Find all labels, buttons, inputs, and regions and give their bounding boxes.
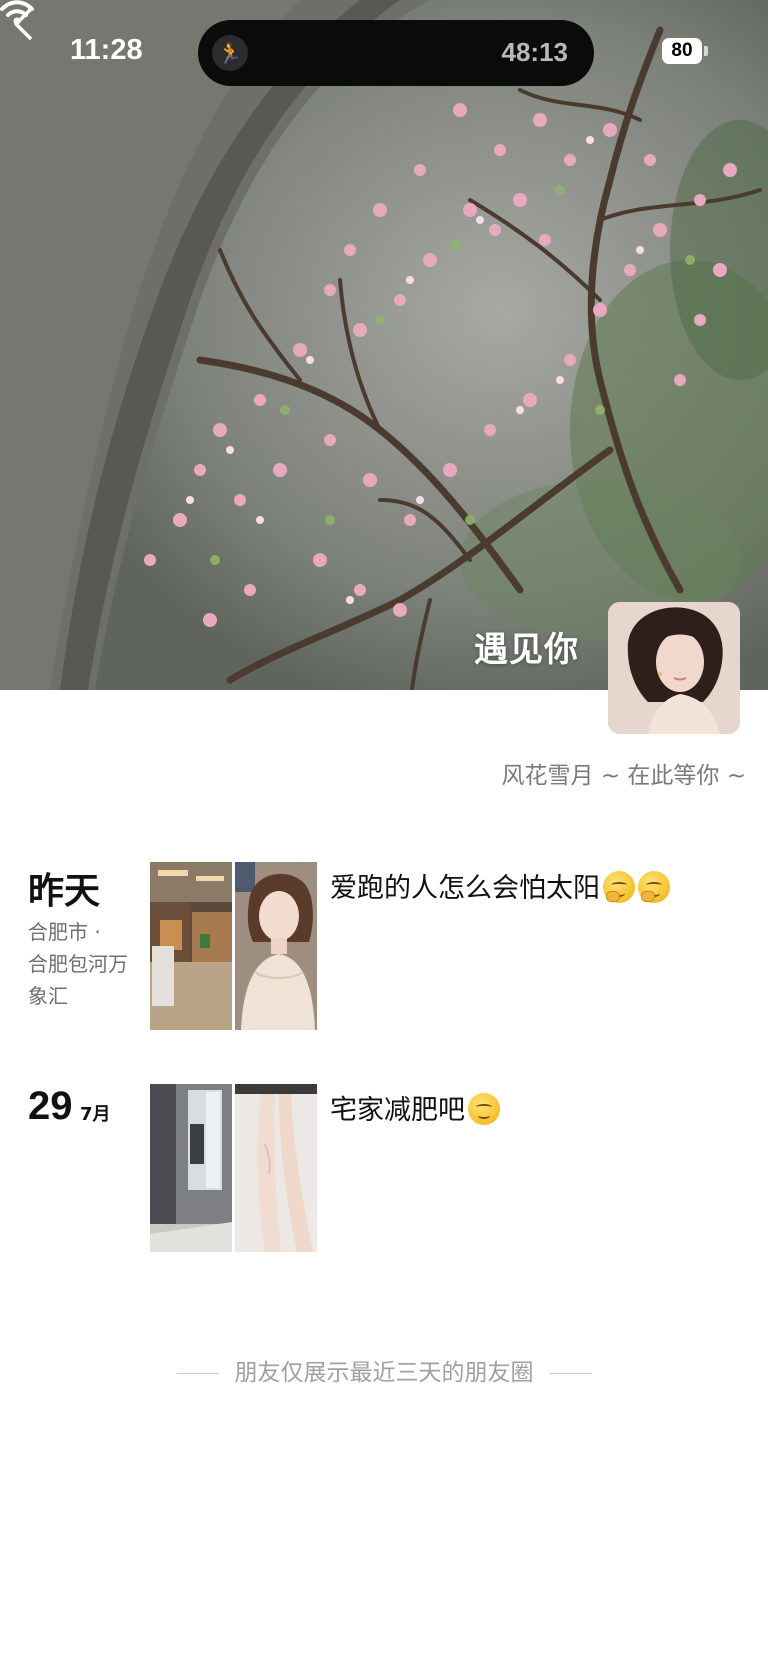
battery-tip [704,46,708,56]
footer-note-text: 朋友仅展示最近三天的朋友圈 [234,1360,534,1386]
post-location: 合肥市 · 合肥包河万 象汇 [28,916,140,1012]
post-photo[interactable] [150,1084,232,1252]
avatar[interactable] [608,602,740,734]
mall-interior-image [150,862,232,1030]
post-photo-grid[interactable] [150,1084,318,1252]
post-text: 宅家减肥吧 [330,1088,500,1127]
signature-text: 风花雪月 ~ 在此等你 ~ [501,763,746,789]
cover-title: 遇见你 [474,630,579,670]
dynamic-island[interactable]: 🏃 48:13 [198,20,594,86]
post-month: 7月 [80,1104,111,1125]
post-caption: 宅家减肥吧 [330,1095,465,1126]
status-time: 11:28 [70,34,143,66]
battery-indicator: 80 [662,38,702,64]
room-window-image [150,1084,232,1252]
post-caption: 爱跑的人怎么会怕太阳 [330,873,600,904]
avatar-portrait-image [608,602,740,734]
cover-blossom-image [0,0,768,690]
location-line: 合肥市 · [28,920,101,944]
moments-visibility-note: 朋友仅展示最近三天的朋友圈 [0,1353,768,1387]
post-photo[interactable] [235,862,317,1030]
status-bar: 11:28 🏃 48:13 80 [0,0,768,100]
divider-line [176,1373,219,1374]
thinking-face-icon [603,871,635,903]
post-photo-grid[interactable] [150,862,318,1030]
activity-timer: 48:13 [501,37,569,67]
post-date: 昨天 [28,871,101,912]
post-photo[interactable] [150,862,232,1030]
location-line: 象汇 [28,984,68,1008]
legs-image [235,1084,317,1252]
cover-photo[interactable]: 11:28 🏃 48:13 80 遇见你 [0,0,768,690]
running-person-icon: 🏃 [212,35,248,71]
divider-line [549,1373,592,1374]
smiling-face-icon [468,1093,500,1125]
post-text: 爱跑的人怎么会怕太阳 [330,866,670,905]
post-day: 29 [28,1084,73,1128]
post-photo[interactable] [235,1084,317,1252]
location-line: 合肥包河万 [28,952,128,976]
thinking-face-icon [638,871,670,903]
back-chevron-icon[interactable] [0,0,48,48]
selfie-image [235,862,317,1030]
